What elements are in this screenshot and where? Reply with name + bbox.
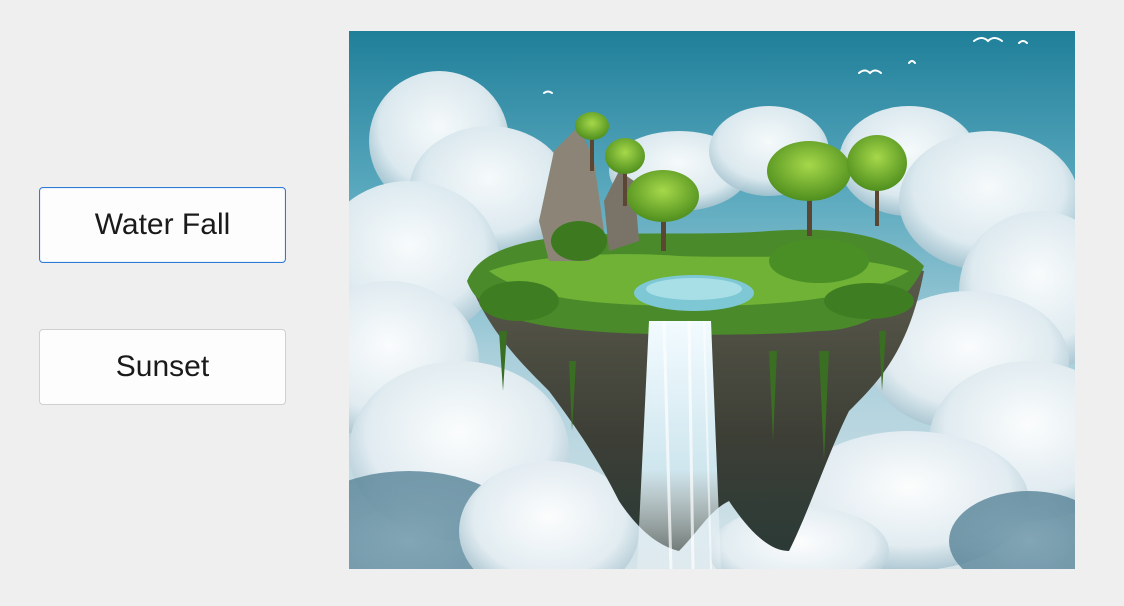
floating-island-image — [349, 31, 1075, 569]
water-fall-button[interactable]: Water Fall — [39, 187, 286, 263]
sunset-button[interactable]: Sunset — [39, 329, 286, 405]
app-window: Water Fall Sunset — [0, 0, 1124, 606]
picture-box — [349, 31, 1075, 569]
